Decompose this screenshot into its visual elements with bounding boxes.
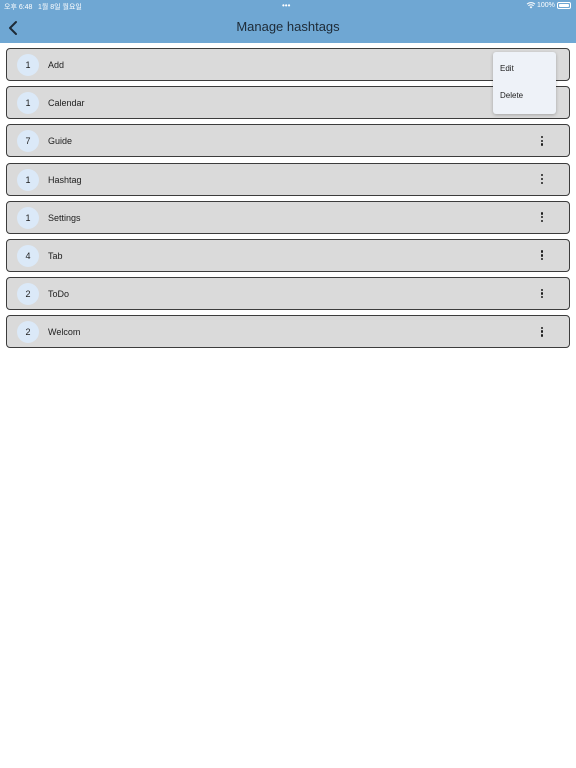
delete-menu-item[interactable]: Delete [493, 83, 556, 109]
hashtag-count-badge: 4 [17, 244, 39, 267]
hashtag-count-badge: 1 [17, 92, 39, 115]
status-date: 1월 8일 월요일 [38, 4, 82, 11]
hashtag-count-badge: 1 [17, 54, 39, 76]
page-title: Manage hashtags [236, 19, 340, 34]
more-options-icon[interactable] [537, 325, 547, 339]
hashtag-count-badge: 1 [17, 168, 39, 191]
hashtag-label: Welcom [48, 327, 81, 338]
status-bar: 오후 6:48 1월 8일 월요일 ••• 100% [0, 0, 576, 12]
multitasking-dots[interactable]: ••• [282, 1, 290, 10]
app-header: 오후 6:48 1월 8일 월요일 ••• 100% Manage hashta… [0, 0, 576, 43]
more-options-icon[interactable] [537, 173, 547, 187]
hashtag-row[interactable]: 2 Welcom [6, 315, 570, 349]
hashtag-count-badge: 2 [17, 283, 39, 306]
hashtag-label: Hashtag [48, 174, 82, 185]
hashtag-row[interactable]: 2 ToDo [6, 277, 570, 311]
hashtag-row[interactable]: 1 Hashtag [6, 162, 570, 196]
hashtag-label: ToDo [48, 289, 70, 300]
hashtag-row[interactable]: 1 Settings [6, 200, 570, 234]
edit-menu-item[interactable]: Edit [493, 56, 556, 82]
hashtag-row[interactable]: 7 Guide [6, 124, 570, 158]
more-options-icon[interactable] [537, 249, 547, 263]
more-options-icon[interactable] [537, 134, 547, 148]
wifi-icon [526, 2, 536, 9]
more-options-icon[interactable] [537, 287, 547, 301]
hashtag-row[interactable]: 1 Calendar [6, 86, 570, 120]
hashtag-options-menu: Edit Delete [493, 52, 556, 114]
hashtag-count-badge: 2 [17, 321, 39, 344]
hashtag-label: Add [48, 60, 65, 70]
more-options-icon[interactable] [537, 211, 547, 225]
hashtag-label: Tab [48, 250, 63, 261]
hashtag-count-badge: 7 [17, 130, 39, 153]
hashtag-row[interactable]: 1 Add [6, 48, 570, 81]
hashtag-label: Guide [48, 136, 73, 147]
status-time: 오후 6:48 [4, 4, 33, 11]
hashtag-label: Calendar [48, 98, 85, 109]
hashtag-count-badge: 1 [17, 206, 39, 229]
battery-icon [557, 2, 571, 9]
battery-percentage: 100% [537, 2, 555, 9]
hashtag-label: Settings [48, 212, 81, 223]
hashtag-row[interactable]: 4 Tab [6, 238, 570, 272]
hashtag-list: 1 Add 1 Calendar 7 Guide 1 Hashtag 1 Set… [6, 48, 570, 354]
